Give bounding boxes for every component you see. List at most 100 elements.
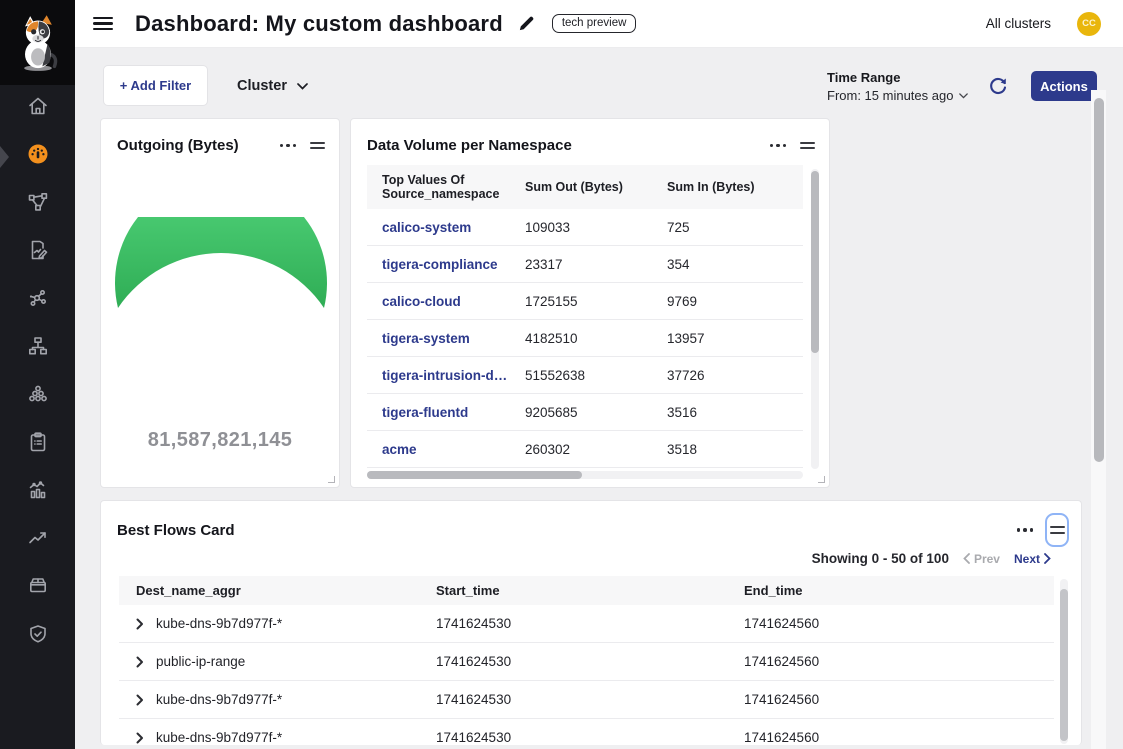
table-row: acme 260302 3518	[367, 431, 803, 468]
page-scrollbar-thumb[interactable]	[1094, 98, 1104, 462]
sum-out-value: 4182510	[510, 331, 652, 346]
table-horizontal-scrollbar[interactable]	[367, 471, 803, 479]
edit-pencil-icon[interactable]	[517, 14, 536, 33]
dest-name-value: kube-dns-9b7d977f-*	[156, 616, 282, 631]
expand-row-chevron-icon[interactable]	[136, 656, 144, 668]
add-filter-button[interactable]: + Add Filter	[103, 65, 208, 106]
refresh-button[interactable]	[986, 74, 1010, 98]
next-page-button[interactable]: Next	[1014, 552, 1051, 566]
expand-row-chevron-icon[interactable]	[136, 694, 144, 706]
best-flows-card: Best Flows Card Showing 0 - 50 of 100 Pr…	[100, 500, 1082, 745]
time-range-value[interactable]: From: 15 minutes ago	[827, 88, 968, 103]
sidebar-item-reports[interactable]	[14, 470, 61, 510]
page-title: Dashboard: My custom dashboard	[135, 11, 503, 37]
sum-in-value: 3518	[652, 442, 803, 457]
sidebar-item-dashboard[interactable]	[14, 134, 61, 174]
namespace-link[interactable]: acme	[367, 442, 510, 457]
sum-out-value: 109033	[510, 220, 652, 235]
card-menu-icon[interactable]	[280, 144, 297, 148]
column-header: End_time	[744, 583, 1054, 598]
expand-row-chevron-icon[interactable]	[136, 618, 144, 630]
sidebar-item-home[interactable]	[14, 86, 61, 126]
chevron-down-icon	[959, 93, 968, 99]
sum-in-value: 725	[652, 220, 803, 235]
package-box-icon	[26, 574, 50, 598]
expand-row-chevron-icon[interactable]	[136, 732, 144, 744]
time-range-label: Time Range	[827, 70, 968, 85]
dashboard-gauge-icon	[26, 142, 50, 166]
calico-cat-logo-icon	[12, 12, 64, 74]
table-row: tigera-compliance 23317 354	[367, 246, 803, 283]
sidebar-item-service-graph[interactable]	[14, 182, 61, 222]
card-resize-handle[interactable]	[328, 476, 335, 483]
network-tree-icon	[26, 334, 50, 358]
start-time-value: 1741624530	[436, 654, 744, 669]
table-row: calico-system 109033 725	[367, 209, 803, 246]
card-menu-icon[interactable]	[770, 144, 787, 148]
top-bar: Dashboard: My custom dashboard tech prev…	[75, 0, 1123, 48]
card-menu-icon[interactable]	[1017, 528, 1034, 532]
namespace-link[interactable]: tigera-compliance	[367, 257, 510, 272]
end-time-value: 1741624560	[744, 692, 1054, 707]
sum-out-value: 9205685	[510, 405, 652, 420]
cluster-dropdown[interactable]: Cluster	[237, 74, 308, 98]
sum-out-value: 260302	[510, 442, 652, 457]
dest-name-value: kube-dns-9b7d977f-*	[156, 692, 282, 707]
card-drag-handle-icon[interactable]	[310, 142, 325, 150]
column-header: Start_time	[436, 583, 744, 598]
actions-button[interactable]: Actions	[1031, 71, 1097, 101]
sidebar-item-network[interactable]	[14, 326, 61, 366]
end-time-value: 1741624560	[744, 616, 1054, 631]
sidebar-item-threat-defense[interactable]	[14, 614, 61, 654]
gauge-value: 81,587,821,145	[101, 429, 339, 452]
tech-preview-badge: tech preview	[552, 14, 637, 33]
data-volume-card: Data Volume per Namespace Top Values Of …	[350, 118, 830, 488]
prev-page-button[interactable]: Prev	[963, 552, 1000, 566]
card-drag-handle-icon	[1050, 526, 1065, 534]
sidebar-item-compliance[interactable]	[14, 422, 61, 462]
table-vertical-scrollbar[interactable]	[1060, 579, 1068, 744]
namespace-link[interactable]: calico-system	[367, 220, 510, 235]
sum-out-value: 1725155	[510, 294, 652, 309]
end-time-value: 1741624560	[744, 654, 1054, 669]
table-header-row: Top Values Of Source_namespace Sum Out (…	[367, 165, 803, 209]
namespace-link[interactable]: tigera-intrusion-d…	[367, 368, 510, 383]
outgoing-bytes-card: Outgoing (Bytes) 81,587,821,145	[100, 118, 340, 488]
namespace-link[interactable]: calico-cloud	[367, 294, 510, 309]
namespace-link[interactable]: tigera-fluentd	[367, 405, 510, 420]
sum-in-value: 37726	[652, 368, 803, 383]
cluster-scope-selector[interactable]: All clusters	[986, 16, 1051, 31]
namespace-link[interactable]: tigera-system	[367, 331, 510, 346]
gauge-arc	[115, 217, 327, 308]
table-row: tigera-intrusion-d… 51552638 37726	[367, 357, 803, 394]
sum-in-value: 3516	[652, 405, 803, 420]
card-drag-handle-icon[interactable]	[800, 142, 815, 150]
sidebar-item-flow-visualizations[interactable]	[14, 278, 61, 318]
sidebar-item-workloads[interactable]	[14, 374, 61, 414]
card-drag-handle-focused[interactable]	[1045, 513, 1069, 547]
app-logo[interactable]	[0, 0, 75, 85]
card-resize-handle[interactable]	[818, 476, 825, 483]
flow-visualizations-icon	[26, 286, 50, 310]
table-body: kube-dns-9b7d977f-* 1741624530 174162456…	[119, 605, 1054, 745]
start-time-value: 1741624530	[436, 730, 744, 745]
table-header-row: Dest_name_aggr Start_time End_time	[119, 576, 1054, 605]
user-avatar[interactable]: CC	[1077, 12, 1101, 36]
table-row: kube-dns-9b7d977f-* 1741624530 174162456…	[119, 719, 1054, 745]
table-body: calico-system 109033 725 tigera-complian…	[367, 209, 803, 468]
dest-name-value: kube-dns-9b7d977f-*	[156, 730, 282, 745]
analytics-chart-icon	[26, 478, 50, 502]
cluster-nodes-icon	[26, 382, 50, 406]
sidebar-item-policies[interactable]	[14, 230, 61, 270]
sidebar-item-activity[interactable]	[14, 518, 61, 558]
sum-out-value: 51552638	[510, 368, 652, 383]
card-title: Best Flows Card	[117, 522, 235, 539]
chevron-down-icon	[297, 83, 308, 90]
hamburger-menu-icon[interactable]	[93, 17, 113, 31]
sum-out-value: 23317	[510, 257, 652, 272]
sidebar-item-packages[interactable]	[14, 566, 61, 606]
sum-in-value: 9769	[652, 294, 803, 309]
pagination-status: Showing 0 - 50 of 100	[812, 551, 949, 566]
table-vertical-scrollbar[interactable]	[811, 169, 819, 469]
card-title: Outgoing (Bytes)	[117, 137, 239, 154]
